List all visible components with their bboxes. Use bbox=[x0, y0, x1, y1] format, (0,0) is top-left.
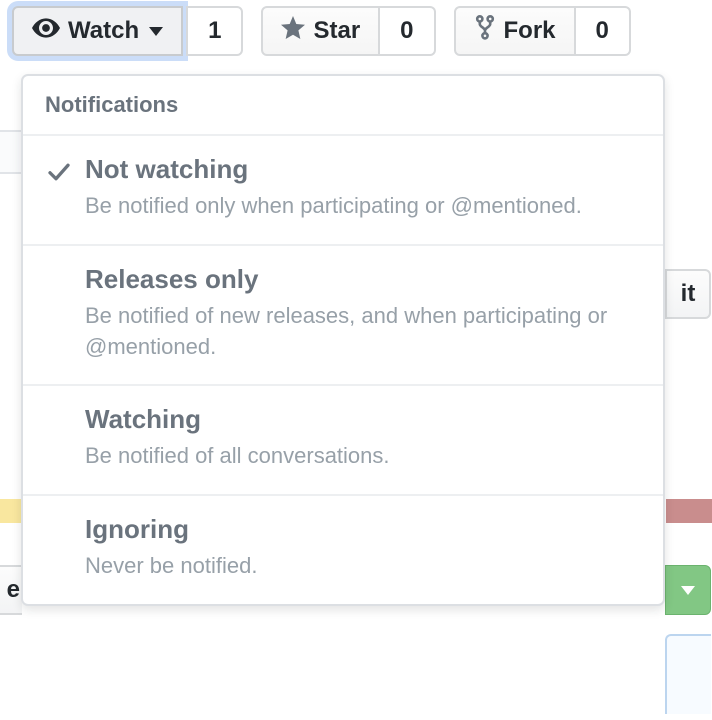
partial-yellow-bar bbox=[0, 499, 22, 523]
fork-icon bbox=[474, 15, 496, 48]
watch-button-group: Watch 1 bbox=[12, 6, 243, 56]
star-count[interactable]: 0 bbox=[380, 6, 435, 56]
option-body: Ignoring Never be notified. bbox=[85, 514, 641, 582]
fork-label: Fork bbox=[504, 17, 556, 45]
watch-count[interactable]: 1 bbox=[186, 6, 243, 56]
watch-label: Watch bbox=[68, 17, 139, 45]
check-placeholder bbox=[45, 514, 73, 582]
check-placeholder bbox=[45, 404, 73, 472]
check-placeholder bbox=[45, 264, 73, 363]
option-ignoring[interactable]: Ignoring Never be notified. bbox=[23, 496, 663, 604]
option-desc: Be notified of all conversations. bbox=[85, 441, 641, 472]
fork-button-group: Fork 0 bbox=[454, 6, 631, 56]
option-desc: Never be notified. bbox=[85, 551, 641, 582]
watch-button[interactable]: Watch bbox=[12, 6, 183, 56]
check-icon bbox=[45, 154, 73, 222]
option-body: Watching Be notified of all conversation… bbox=[85, 404, 641, 472]
partial-blue-box bbox=[665, 634, 711, 714]
fork-button[interactable]: Fork bbox=[454, 6, 576, 56]
option-watching[interactable]: Watching Be notified of all conversation… bbox=[23, 386, 663, 496]
option-not-watching[interactable]: Not watching Be notified only when parti… bbox=[23, 136, 663, 246]
star-label: Star bbox=[313, 17, 360, 45]
star-button[interactable]: Star bbox=[261, 6, 380, 56]
partial-button-it[interactable]: it bbox=[665, 269, 711, 319]
option-title: Releases only bbox=[85, 264, 641, 295]
partial-green-button[interactable] bbox=[665, 565, 711, 615]
option-releases-only[interactable]: Releases only Be notified of new release… bbox=[23, 246, 663, 387]
option-body: Not watching Be notified only when parti… bbox=[85, 154, 641, 222]
repo-actions-toolbar: Watch 1 Star 0 Fork 0 bbox=[0, 0, 712, 56]
star-button-group: Star 0 bbox=[261, 6, 435, 56]
notifications-dropdown: Notifications Not watching Be notified o… bbox=[21, 74, 665, 606]
dropdown-caret-icon bbox=[149, 27, 163, 36]
caret-down-icon bbox=[681, 586, 695, 595]
option-body: Releases only Be notified of new release… bbox=[85, 264, 641, 363]
option-desc: Be notified of new releases, and when pa… bbox=[85, 301, 641, 363]
option-desc: Be notified only when participating or @… bbox=[85, 191, 641, 222]
star-icon bbox=[281, 16, 305, 47]
partial-button-e[interactable]: e bbox=[0, 565, 22, 615]
dropdown-header: Notifications bbox=[23, 76, 663, 136]
option-title: Watching bbox=[85, 404, 641, 435]
partial-red-bar bbox=[666, 499, 712, 523]
eye-icon bbox=[32, 14, 60, 49]
partial-box-left bbox=[0, 130, 22, 174]
fork-count[interactable]: 0 bbox=[576, 6, 631, 56]
option-title: Ignoring bbox=[85, 514, 641, 545]
option-title: Not watching bbox=[85, 154, 641, 185]
